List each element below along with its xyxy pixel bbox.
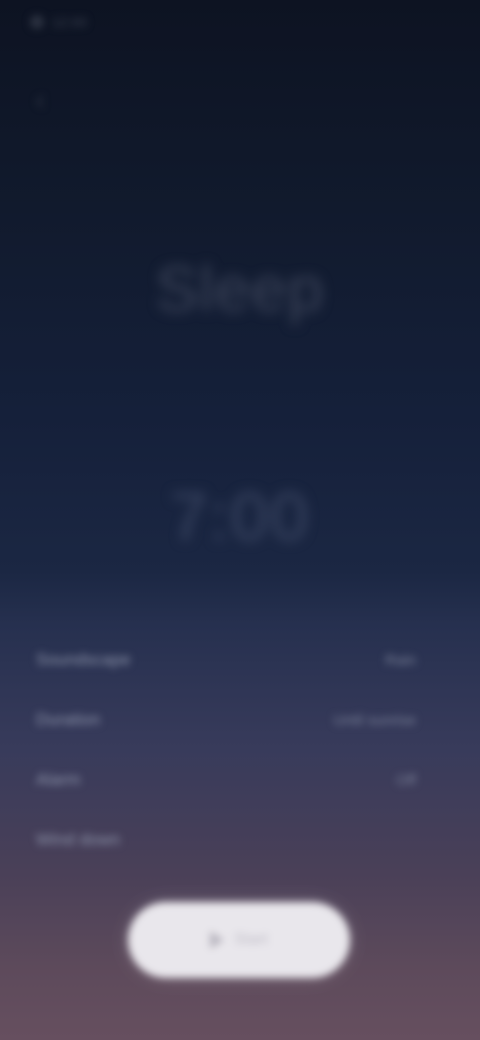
chevron-left-icon: ‹ [35,84,45,115]
start-button-label: Start [234,931,268,948]
start-button[interactable]: Start [128,902,350,978]
settings-list: Soundscape Rain Duration Until sunrise A… [36,630,416,870]
setting-value: Off [396,771,416,789]
sleep-timer[interactable]: 7:00 [0,478,480,556]
setting-label: Wind down [36,830,121,849]
status-time: 12:00 [52,14,88,30]
status-bar: 12:00 [0,0,480,54]
setting-row-soundscape[interactable]: Soundscape Rain [36,630,416,690]
setting-value: Until sunrise [333,711,416,729]
setting-row-duration[interactable]: Duration Until sunrise [36,690,416,750]
setting-row-alarm[interactable]: Alarm Off [36,750,416,810]
app-dot-icon [30,15,44,29]
setting-row-wind-down[interactable]: Wind down [36,810,416,870]
play-icon [210,931,225,949]
setting-label: Alarm [36,770,81,789]
setting-value: Rain [385,651,416,669]
back-button[interactable]: ‹ [26,86,54,114]
setting-label: Soundscape [36,650,131,669]
setting-label: Duration [36,710,101,729]
page-title: Sleep [155,253,325,325]
status-left: 12:00 [30,14,87,30]
